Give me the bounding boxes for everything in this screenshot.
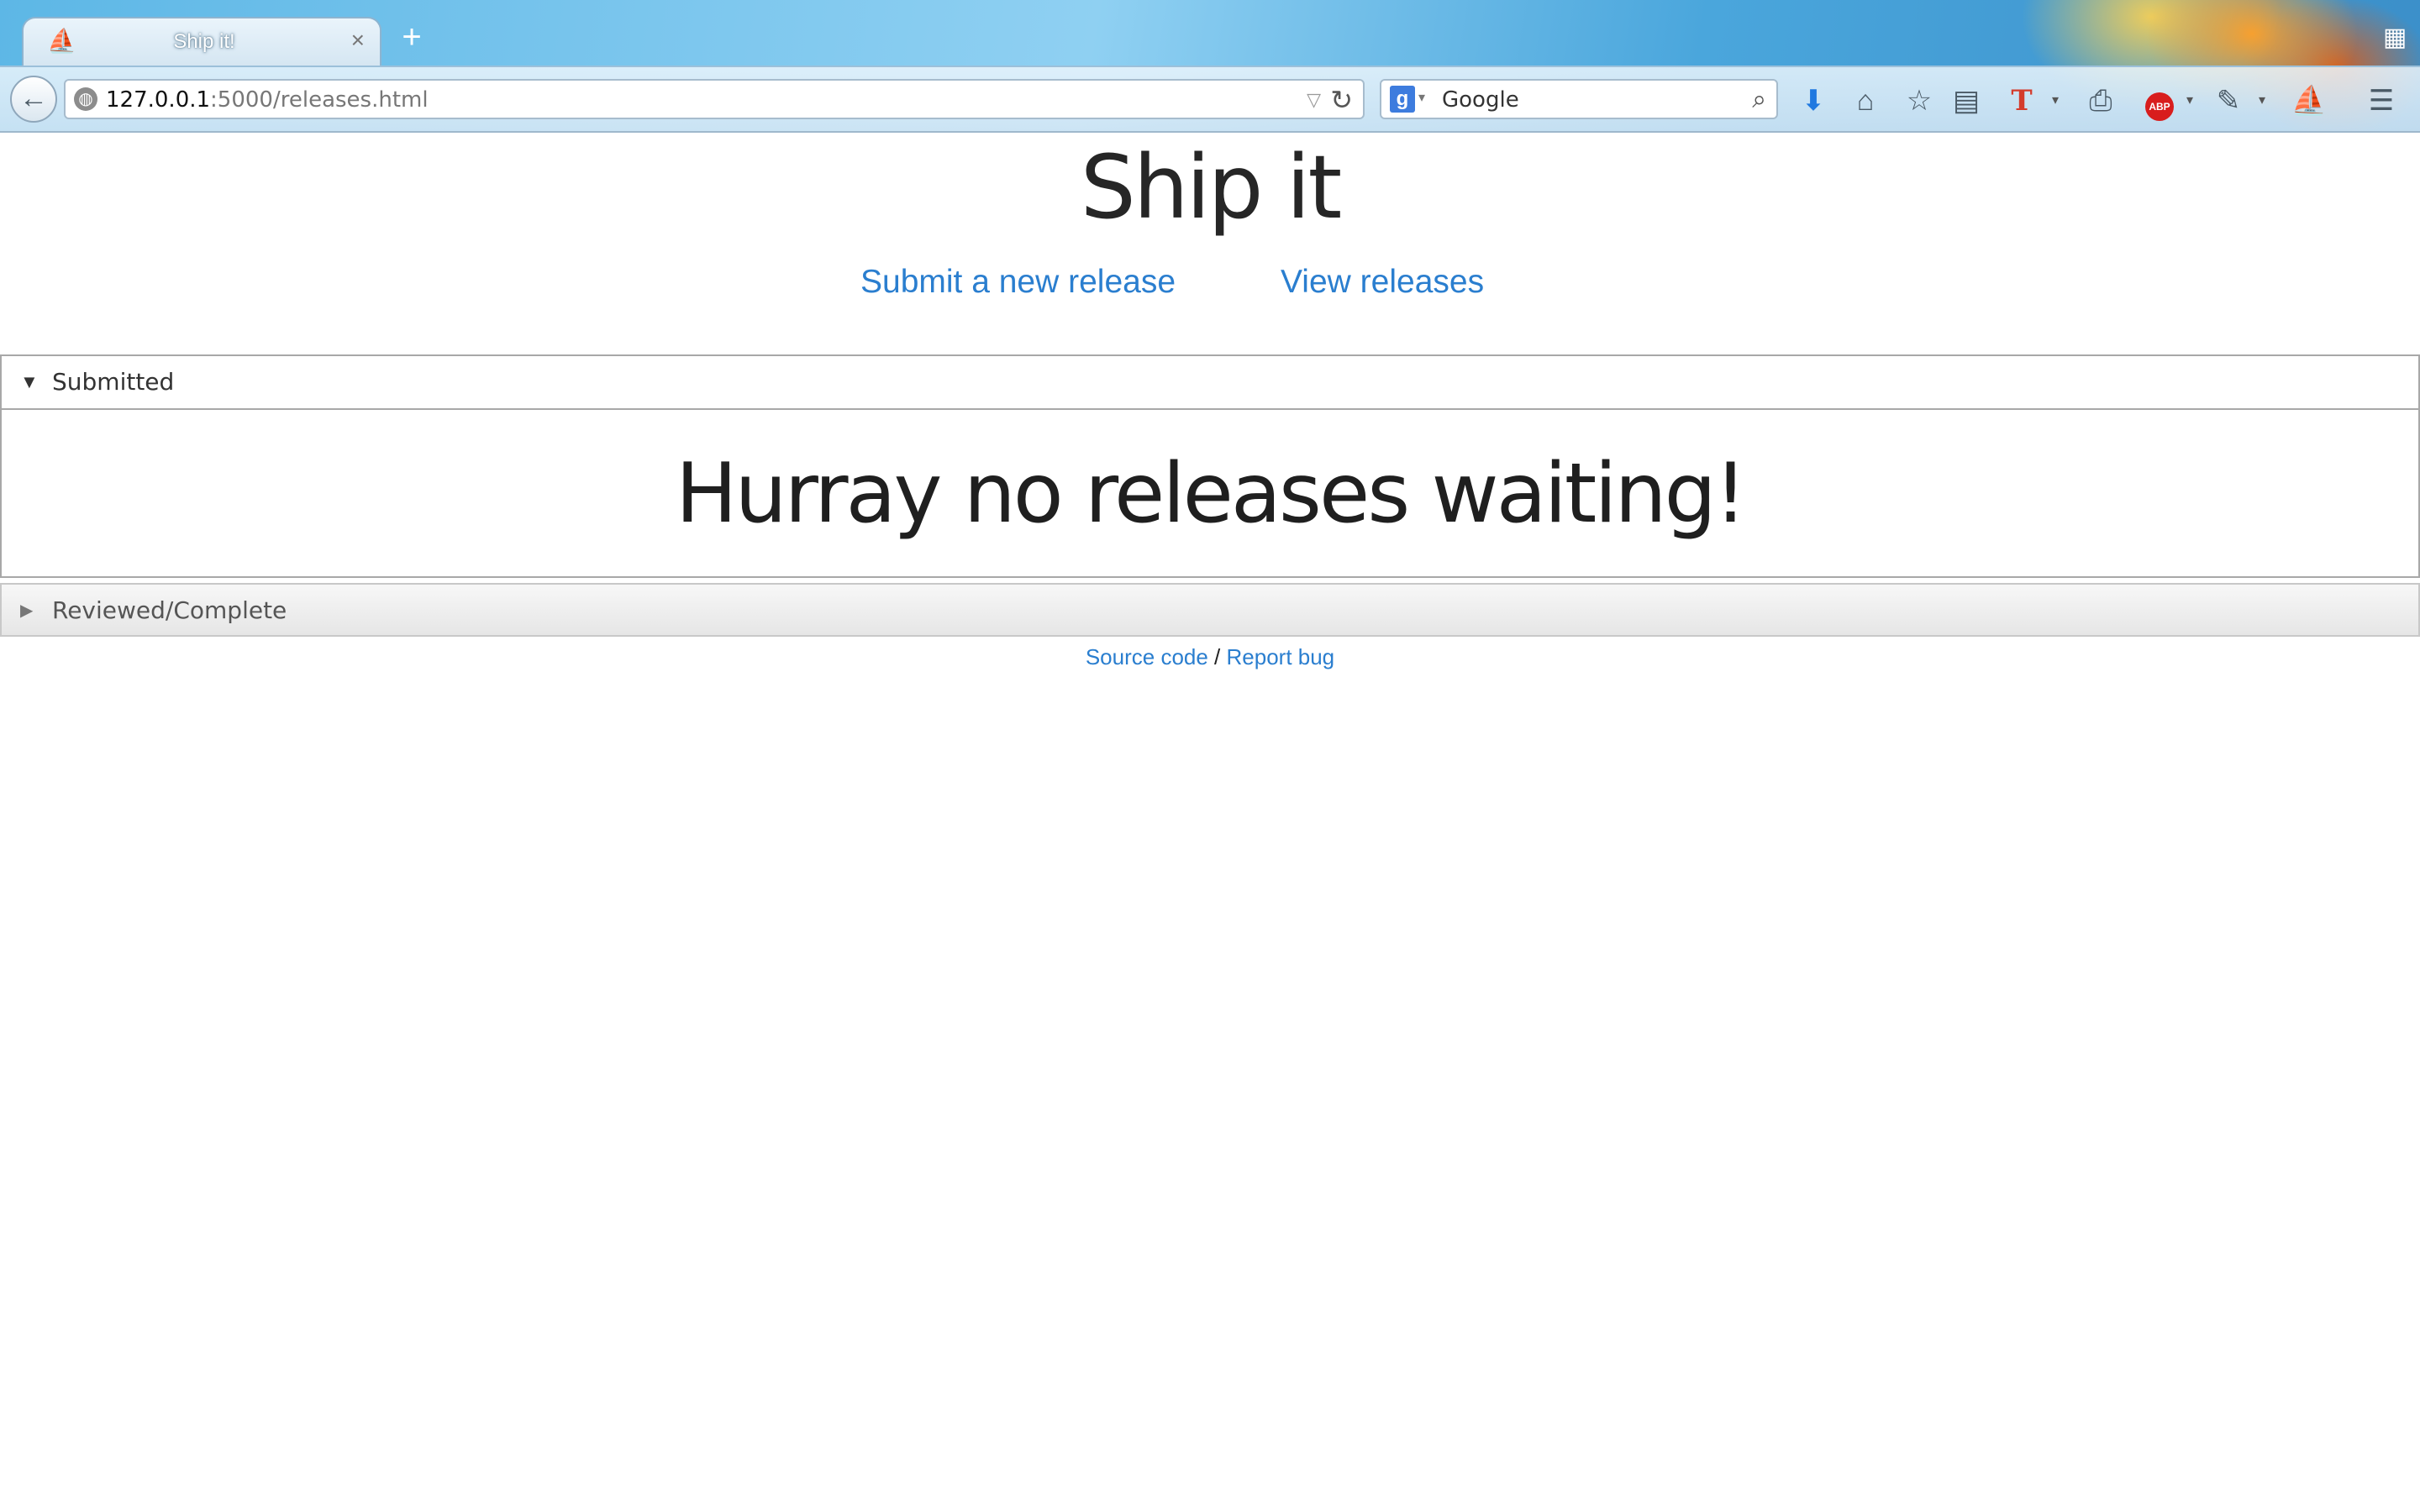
submitted-panel-header[interactable]: ▼ Submitted <box>2 356 2418 410</box>
view-releases-link[interactable]: View releases <box>1281 257 1484 307</box>
tab-bar: ⛵ Ship it! × + ▦ <box>0 0 2420 66</box>
google-engine-icon[interactable]: g <box>1390 86 1415 113</box>
site-navigation: Submit a new release View releases <box>0 257 2420 307</box>
text-tool-dropdown-icon[interactable]: ▾ <box>2037 82 2074 119</box>
url-path: :5000/releases.html <box>210 87 429 113</box>
search-input[interactable]: Google <box>1442 87 1519 113</box>
submitted-label: Submitted <box>52 368 175 396</box>
expanded-arrow-icon: ▼ <box>20 371 39 392</box>
engine-dropdown-icon[interactable]: ▾ <box>1418 89 1425 106</box>
history-dropdown-icon[interactable]: ▽ <box>1307 87 1321 113</box>
source-code-link[interactable]: Source code <box>1086 644 1208 669</box>
menu-icon[interactable]: ☰ <box>2363 82 2400 119</box>
url-text[interactable]: 127.0.0.1:5000/releases.html <box>106 87 429 113</box>
bookmark-star-icon[interactable]: ☆ <box>1901 82 1938 119</box>
footer-separator: / <box>1207 644 1227 669</box>
search-icon[interactable]: ⌕ <box>1752 84 1766 116</box>
close-tab-icon[interactable]: × <box>351 27 365 54</box>
adblock-badge: ABP <box>2145 92 2174 121</box>
submit-release-link[interactable]: Submit a new release <box>860 257 1176 307</box>
text-tool-icon[interactable]: T <box>2003 82 2040 119</box>
back-button[interactable]: ← <box>10 76 57 123</box>
browser-tab[interactable]: ⛵ Ship it! × <box>22 17 381 66</box>
submitted-panel: ▼ Submitted Hurray no releases waiting! <box>0 354 2420 578</box>
page-title: Ship it <box>1080 136 1343 239</box>
adblock-dropdown-icon[interactable]: ▾ <box>2171 82 2208 119</box>
footer: Source code / Report bug <box>0 637 2420 677</box>
ship-icon[interactable]: ⛵ <box>2291 82 2328 119</box>
print-icon[interactable]: ⎙ <box>2082 82 2119 119</box>
address-bar[interactable]: ◍ 127.0.0.1:5000/releases.html ▽ ↻ <box>64 79 1365 119</box>
browser-chrome: ⛵ Ship it! × + ▦ ← ◍ 127.0.0.1:5000/rele… <box>0 0 2420 133</box>
reviewed-panel-header[interactable]: ▶ Reviewed/Complete <box>0 583 2420 637</box>
home-icon[interactable]: ⌂ <box>1847 82 1884 119</box>
report-bug-link[interactable]: Report bug <box>1227 644 1335 669</box>
ship-icon: ⛵ <box>47 28 76 54</box>
tab-title: Ship it! <box>173 30 235 53</box>
tab-groups-icon[interactable]: ▦ <box>2383 25 2408 50</box>
tools-dropdown-icon[interactable]: ▾ <box>2244 82 2281 119</box>
site-identity-icon[interactable]: ◍ <box>74 87 97 111</box>
empty-releases-message: Hurray no releases waiting! <box>675 446 1747 542</box>
new-tab-button[interactable]: + <box>395 20 429 54</box>
back-arrow-icon: ← <box>19 82 48 114</box>
page-content: Ship it Submit a new release View releas… <box>0 133 2420 1512</box>
search-bar[interactable]: g ▾ Google ⌕ <box>1380 79 1778 119</box>
navigation-toolbar: ← ◍ 127.0.0.1:5000/releases.html ▽ ↻ g ▾… <box>0 66 2420 133</box>
url-host: 127.0.0.1 <box>106 87 211 113</box>
download-icon[interactable]: ⬇ <box>1795 82 1832 119</box>
reload-icon[interactable]: ↻ <box>1330 84 1353 116</box>
tools-icon[interactable]: ✎ <box>2210 82 2247 119</box>
reviewed-label: Reviewed/Complete <box>52 596 287 624</box>
reading-list-icon[interactable]: ▤ <box>1948 82 1985 119</box>
collapsed-arrow-icon: ▶ <box>20 601 34 620</box>
